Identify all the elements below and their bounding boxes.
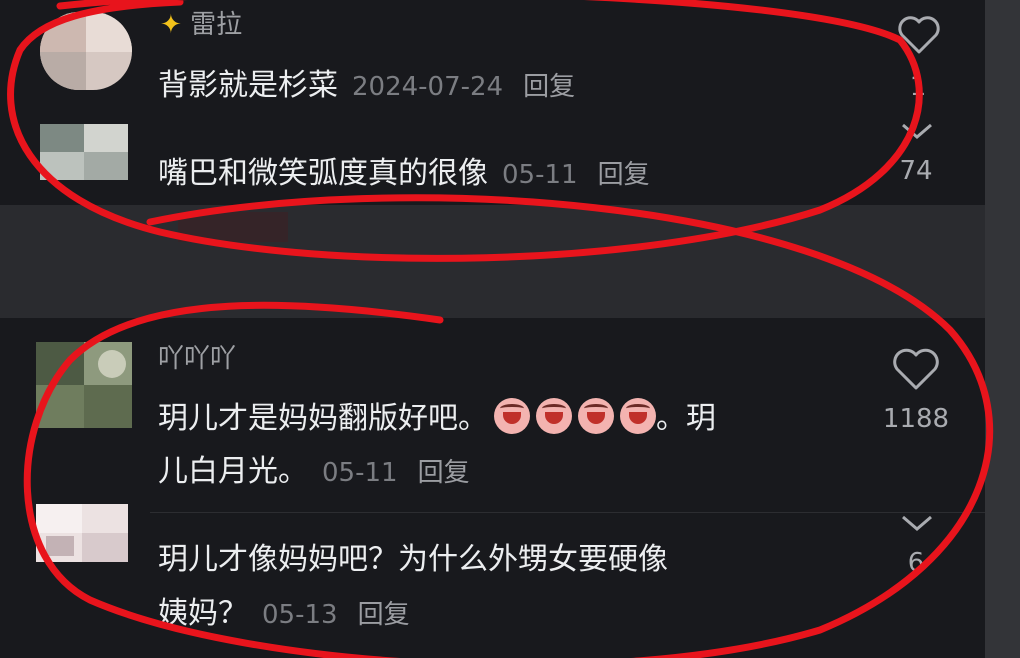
comment-username[interactable]: ✦ 雷拉 xyxy=(160,4,242,41)
comment-date: 05-13 xyxy=(262,600,338,630)
crying-emoji-icon xyxy=(620,398,656,434)
scrollbar-track[interactable] xyxy=(985,0,1020,658)
comment-date: 2024-07-24 xyxy=(352,72,504,102)
crying-emoji-icon xyxy=(578,398,614,434)
reply-button[interactable]: 回复 xyxy=(358,600,410,630)
badge-icon: ✦ xyxy=(160,10,182,40)
chevron-down-icon[interactable] xyxy=(900,514,934,532)
divider xyxy=(150,512,985,513)
comment-text: 嘴巴和微笑弧度真的很像 05-11 回复 xyxy=(158,156,650,191)
chevron-down-icon[interactable] xyxy=(900,122,934,140)
comment-text: 玥儿才像妈妈吧？为什么外甥女要硬像 xyxy=(158,542,668,577)
avatar[interactable] xyxy=(36,504,128,562)
like-count: 1188 xyxy=(882,404,950,434)
like-count: 74 xyxy=(899,156,933,186)
reply-button[interactable]: 回复 xyxy=(523,72,575,102)
like-count: 6 xyxy=(907,548,925,578)
heart-icon[interactable] xyxy=(890,346,942,392)
comment-text-line2: 姨妈？ 05-13 回复 xyxy=(158,596,410,631)
comment-panel-bottom xyxy=(0,318,985,658)
avatar[interactable] xyxy=(40,12,132,90)
reply-button[interactable]: 回复 xyxy=(418,458,470,488)
comment-text-line2: 儿白月光。 05-11 回复 xyxy=(158,454,470,489)
crying-emoji-icon xyxy=(494,398,530,434)
blurred-username xyxy=(178,212,288,242)
avatar[interactable] xyxy=(40,124,128,180)
reply-button[interactable]: 回复 xyxy=(598,160,650,190)
crying-emoji-icon xyxy=(536,398,572,434)
comment-date: 05-11 xyxy=(322,458,398,488)
heart-icon[interactable] xyxy=(896,14,942,56)
like-count: 1 xyxy=(909,72,927,102)
comment-username[interactable]: 吖吖吖 xyxy=(158,338,236,375)
comment-date: 05-11 xyxy=(502,160,578,190)
avatar[interactable] xyxy=(36,342,132,428)
comment-text: 背影就是杉菜 2024-07-24 回复 xyxy=(158,68,576,103)
comment-text: 玥儿才是妈妈翻版好吧。 。玥 xyxy=(158,398,716,439)
